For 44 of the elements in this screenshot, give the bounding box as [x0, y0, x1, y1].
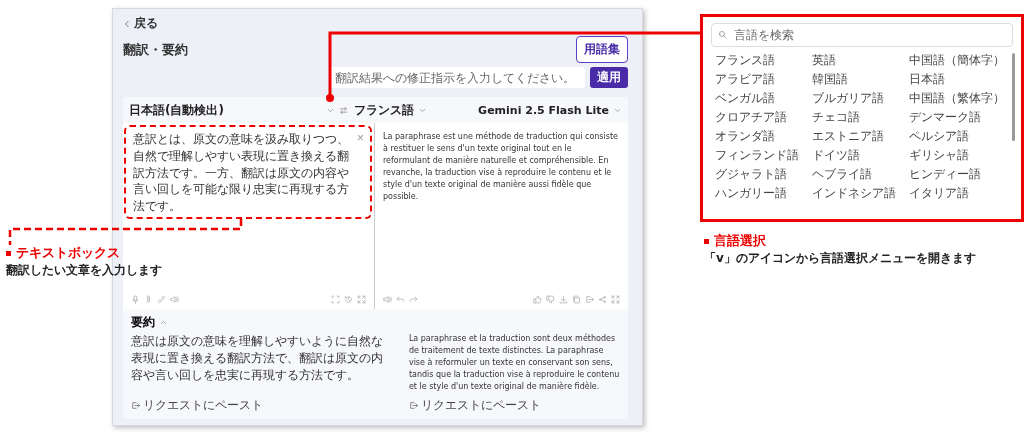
source-text[interactable]: 意訳とは、原文の意味を汲み取りつつ、自然で理解しやすい表現に置き換える翻訳方法です。一方、翻訳は原文の内容や言い回しを可能な限り忠実に再現する方法です。 [133, 131, 353, 215]
language-option[interactable]: ドイツ語 [812, 148, 860, 163]
language-option[interactable]: アラビア語 [715, 72, 775, 87]
language-option[interactable]: グジャラト語 [715, 167, 787, 182]
language-option[interactable]: フィンランド語 [715, 148, 799, 163]
language-search-field[interactable]: 言語を検索 [711, 23, 1013, 47]
language-option[interactable]: 日本語 [909, 72, 945, 87]
page-title: 翻訳・要約 [123, 40, 188, 59]
language-option[interactable]: クロアチア語 [715, 110, 787, 125]
language-option[interactable]: オランダ語 [715, 129, 775, 144]
language-option[interactable]: ヒンディー語 [909, 167, 981, 182]
glossary-button[interactable]: 用語集 [576, 36, 628, 63]
summary-toggle[interactable]: 要約 [131, 314, 168, 331]
annotation-text: 「v」のアイコンから言語選択メニューを開きます [704, 252, 976, 265]
language-option[interactable]: 中国語（簡体字） [909, 53, 1005, 68]
summary-text: 意訳は原文の意味を理解しやすいように自然な表現に置き換える翻訳方法で、翻訳は原文の内容や言い回しを忠実に再現する方法です。 [131, 333, 384, 384]
language-option[interactable]: ハンガリー語 [715, 186, 787, 201]
language-option[interactable]: デンマーク語 [909, 110, 981, 125]
language-option[interactable]: ベンガル語 [715, 91, 775, 106]
back-link[interactable]: 戻る [123, 15, 158, 32]
language-option[interactable]: ヘブライ語 [812, 167, 872, 182]
annotation-title: テキストボックス [16, 244, 120, 262]
paste-button[interactable]: リクエストにペースト [131, 397, 263, 414]
language-option[interactable]: ブルガリア語 [812, 91, 884, 106]
language-option[interactable]: イタリア語 [909, 186, 969, 201]
model-select[interactable]: Gemini 2.5 Flash Lite [478, 103, 622, 117]
target-language-select[interactable]: フランス語 [354, 101, 427, 119]
language-option[interactable]: 中国語（繁体字） [909, 91, 1005, 106]
translated-text: La paraphrase est une méthode de traduction qui consiste à restituer le sens d'un texte original tout en le reformulant de manière naturelle et compréhensible. En revanche, la traduction vise à reproduire le contenu et le style d'un texte original de manière aussi fidèle que possible. [383, 131, 619, 203]
language-option[interactable]: 英語 [812, 53, 836, 68]
annotation-text: 翻訳したい文章を入力します [6, 264, 162, 277]
summary-text: La paraphrase et la traduction sont deux méthodes de traitement de texte distinctes. La paraphrase vise à reformuler un texte en conservant son sens, tandis que la traduction vise à reproduire le contenu et le style d'un texte original de manière fidèle. [408, 333, 620, 393]
language-option[interactable]: エストニア語 [812, 129, 884, 144]
language-option[interactable]: 韓国語 [812, 72, 848, 87]
annotation-title: 言語選択 [714, 232, 766, 250]
language-option[interactable]: インドネシア語 [812, 186, 896, 201]
instruction-field[interactable]: 翻訳結果への修正指示を入力してください。 [329, 67, 585, 88]
language-option[interactable]: ギリシャ語 [909, 148, 969, 163]
language-option[interactable]: ペルシア語 [909, 129, 969, 144]
language-option[interactable]: チェコ語 [812, 110, 860, 125]
apply-button[interactable]: 適用 [590, 67, 628, 88]
language-option[interactable]: フランス語 [715, 53, 775, 68]
source-language-select[interactable]: 日本語(自動検出) [129, 101, 335, 119]
paste-button[interactable]: リクエストにペースト [408, 397, 541, 414]
